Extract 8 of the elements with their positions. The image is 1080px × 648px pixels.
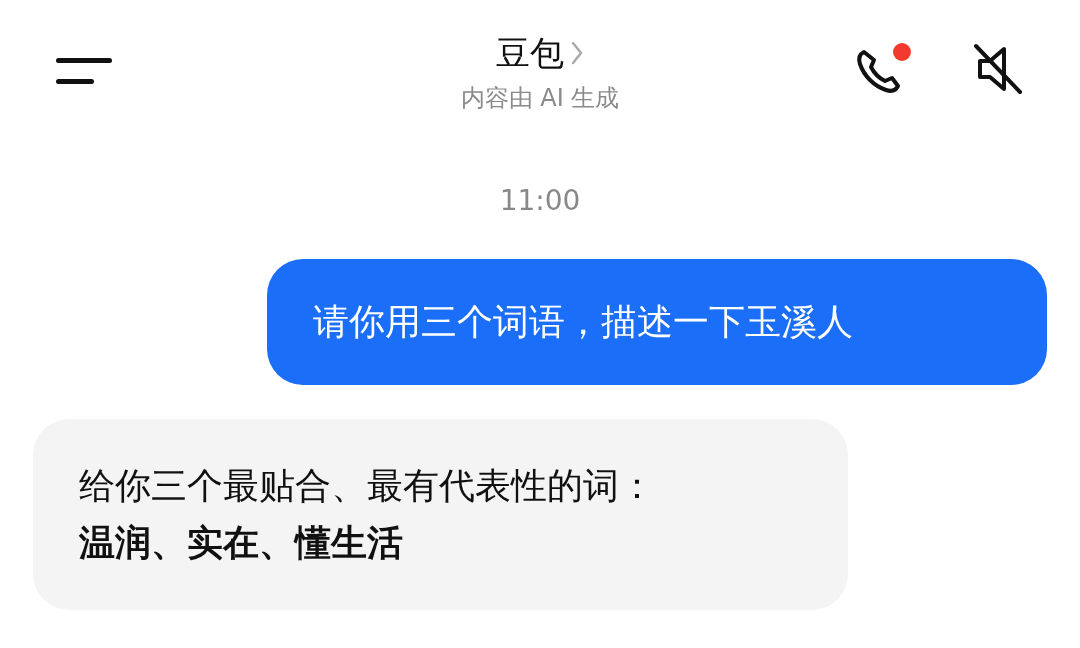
user-message: 请你用三个词语，描述一下玉溪人 <box>267 259 1047 385</box>
message-text: 温润、实在、懂生活 <box>79 521 404 566</box>
menu-icon[interactable] <box>56 56 112 86</box>
muted-speaker-icon[interactable] <box>972 42 1024 96</box>
ai-disclaimer: 内容由 AI 生成 <box>460 83 620 114</box>
message-text: 给你三个最贴合、最有代表性的词： <box>79 463 656 508</box>
timestamp: 11:00 <box>498 184 582 217</box>
chat-title[interactable]: 豆包 <box>496 30 564 76</box>
